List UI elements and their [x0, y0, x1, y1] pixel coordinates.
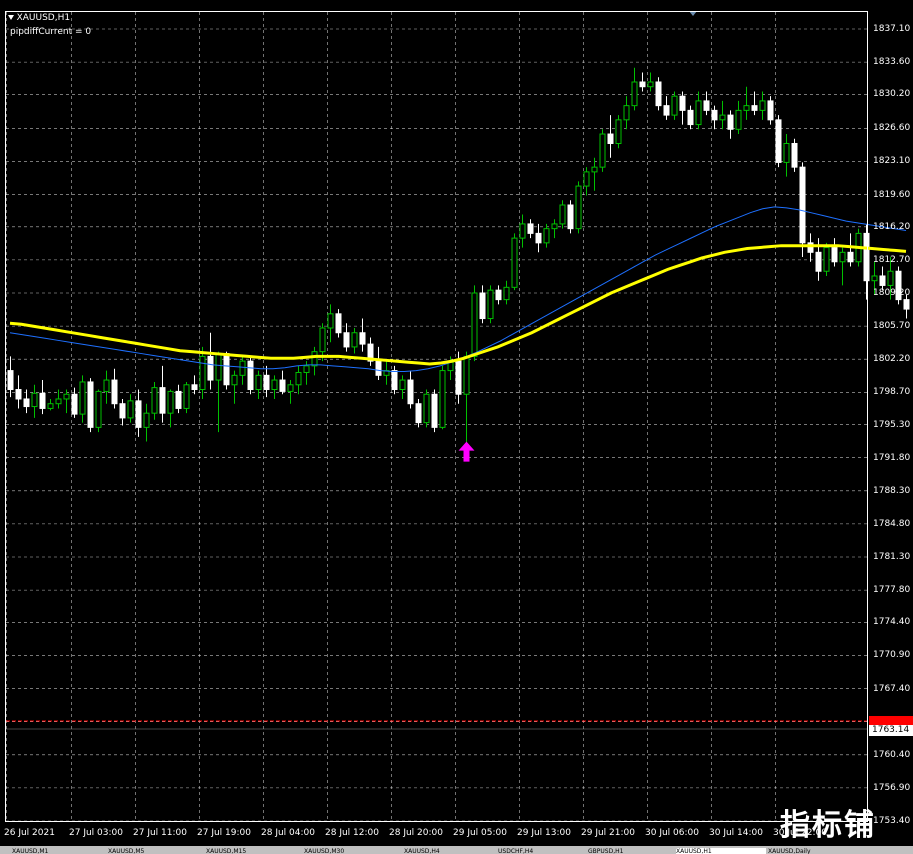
price-tick-label: 1774.40	[873, 617, 911, 628]
time-tick-label: 30 Jul 06:00	[645, 828, 699, 838]
chart-tab[interactable]: XAUUSD,Daily	[768, 848, 858, 854]
price-tick-label: 1756.90	[873, 782, 911, 793]
chart-tab[interactable]: GBPUSD,H1	[588, 848, 678, 854]
price-tick-label: 1781.30	[873, 552, 911, 562]
current-price-tag: 1763.14	[869, 725, 913, 736]
price-tick-label: 1819.60	[873, 189, 911, 200]
price-tick-label: 1767.40	[873, 683, 911, 694]
time-tick-label: 26 Jul 2021	[4, 828, 55, 838]
price-tick-label: 1795.30	[873, 419, 911, 430]
price-tick-label: 1753.40	[873, 816, 911, 826]
price-tick-label: 1784.80	[873, 518, 911, 529]
time-tick-label: 27 Jul 19:00	[197, 828, 251, 838]
time-tick-label: 27 Jul 11:00	[133, 828, 187, 838]
price-tick-label: 1791.80	[873, 452, 911, 463]
price-tick-label: 1798.70	[873, 387, 911, 398]
chart-tab[interactable]: XAUUSD,M30	[304, 848, 394, 854]
chart-tab[interactable]: XAUUSD,H4	[404, 848, 494, 854]
chart-tab[interactable]: USDCHF,H4	[498, 848, 588, 854]
price-tick-label: 1770.90	[873, 650, 911, 661]
price-tick-label: 1812.70	[873, 254, 911, 265]
price-tick-label: 1788.30	[873, 485, 911, 496]
price-tick-label: 1833.60	[873, 57, 911, 68]
time-tick-label: 29 Jul 21:00	[581, 828, 635, 838]
chart-tab[interactable]: XAUUSD,M5	[108, 848, 198, 854]
price-tick-label: 1777.80	[873, 585, 911, 596]
chart-window[interactable]: XAUUSD,H1 pipdiffCurrent = 0 1837.10 1833…	[0, 0, 913, 854]
candle-body	[879, 275, 886, 286]
chart-tab[interactable]: XAUUSD,H1	[676, 848, 766, 854]
plot-border	[5, 11, 868, 822]
time-tick-label: 28 Jul 04:00	[261, 828, 315, 838]
price-tick-label: 1760.40	[873, 749, 911, 760]
price-tick-label: 1830.20	[873, 89, 911, 100]
time-tick-label: 29 Jul 13:00	[517, 828, 571, 838]
price-tick-label: 1816.20	[873, 221, 911, 232]
price-tick-label: 1823.10	[873, 156, 911, 167]
candle-body	[887, 270, 894, 286]
price-tick-label: 1802.20	[873, 354, 911, 365]
chart-tab[interactable]: XAUUSD,M15	[206, 848, 296, 854]
symbol-label: XAUUSD,H1	[8, 13, 71, 24]
price-tick-label: 1826.60	[873, 123, 911, 134]
candle-body	[903, 299, 910, 310]
time-tick-label: 28 Jul 12:00	[325, 828, 379, 838]
candle-body	[871, 275, 878, 282]
time-tick-label: 30 Jul 14:00	[709, 828, 763, 838]
watermark-logo: 指标铺	[780, 808, 876, 843]
price-tick-label: 1837.10	[873, 24, 911, 34]
time-tick-label: 28 Jul 20:00	[389, 828, 443, 838]
symbol-text: XAUUSD,H1	[16, 13, 71, 23]
time-tick-label: 29 Jul 05:00	[453, 828, 507, 838]
indicator-label: pipdiffCurrent = 0	[10, 27, 92, 37]
time-tick-label: 27 Jul 03:00	[69, 828, 123, 838]
price-tick-label: 1809.20	[873, 288, 911, 298]
chart-tab[interactable]: XAUUSD,M1	[12, 848, 102, 854]
price-tick-label: 1805.70	[873, 321, 911, 332]
